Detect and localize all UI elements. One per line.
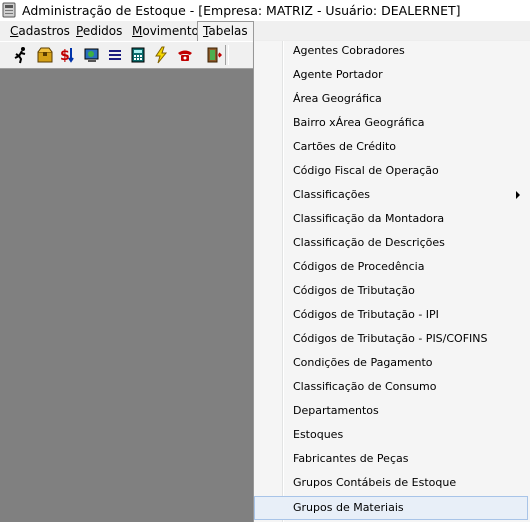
menu-item-grupos-de-materiais[interactable]: Grupos de Materiais [254,496,528,520]
menu-item-label: Grupos de Materiais [293,501,404,514]
menu-tabelas-label: abelas [208,24,248,38]
app-window-icon[interactable] [2,2,16,18]
menu-item-fabricantes-de-pecas[interactable]: Fabricantes de Peças [254,447,528,471]
toolbar-separator [225,45,229,65]
menu-tabelas[interactable]: Tabelas [197,21,254,41]
menu-item-label: Cartões de Crédito [293,140,397,153]
svg-text:$: $ [60,48,70,64]
menu-cadastros[interactable]: Cadastros [10,21,70,41]
menu-item-label: Classificações [293,188,370,201]
menu-pedidos[interactable]: Pedidos [76,21,122,41]
window-title: Administração de Estoque - [Empresa: MAT… [22,3,461,18]
menu-item-label: Grupos Contábeis de Estoque [293,476,457,489]
telephone-icon[interactable] [175,45,195,65]
menu-pedidos-label: edidos [82,24,123,38]
menu-item-label: Estoques [293,428,344,441]
menu-item-codigo-fiscal-de-operacao[interactable]: Código Fiscal de Operação [254,159,528,183]
calculator-icon[interactable] [128,45,148,65]
toolbar: $ [0,41,253,69]
menu-item-label: Código Fiscal de Operação [293,164,439,177]
menu-item-agente-portador[interactable]: Agente Portador [254,63,528,87]
menu-item-cartoes-de-credito[interactable]: Cartões de Crédito [254,135,528,159]
menu-cadastros-label: adastros [18,24,70,38]
menu-item-label: Área Geográfica [293,92,382,105]
menu-item-departamentos[interactable]: Departamentos [254,399,528,423]
tabelas-dropdown-menu: Agentes Cobradores Agente Portador Área … [253,41,530,522]
menu-item-label: Departamentos [293,404,379,417]
mdi-workspace [0,69,253,522]
menu-item-label: Agentes Cobradores [293,44,405,57]
menu-item-label: Agente Portador [293,68,383,81]
running-man-icon[interactable] [11,45,31,65]
submenu-arrow-icon [516,191,520,199]
menu-item-agentes-cobradores[interactable]: Agentes Cobradores [254,39,528,63]
menu-item-bairro-area-geografica[interactable]: Bairro xÁrea Geográfica [254,111,528,135]
menu-item-grupos-contabeis-de-estoque[interactable]: Grupos Contábeis de Estoque [254,471,528,495]
menu-item-label: Classificação da Montadora [293,212,445,225]
menu-item-label: Códigos de Tributação [293,284,415,297]
menu-movimento[interactable]: Movimento [132,21,199,41]
menu-item-label: Códigos de Tributação - IPI [293,308,439,321]
menu-item-classificacao-da-montadora[interactable]: Classificação da Montadora [254,207,528,231]
menu-item-codigos-de-procedencia[interactable]: Códigos de Procedência [254,255,528,279]
menu-item-label: Classificação de Consumo [293,380,437,393]
list-lines-icon[interactable] [105,45,125,65]
menu-item-area-geografica[interactable]: Área Geográfica [254,87,528,111]
title-bar: Administração de Estoque - [Empresa: MAT… [0,0,530,22]
menu-item-codigos-de-tributacao[interactable]: Códigos de Tributação [254,279,528,303]
exit-door-icon[interactable] [203,45,223,65]
lightning-icon[interactable] [151,45,171,65]
menu-item-classificacao-de-descricoes[interactable]: Classificação de Descrições [254,231,528,255]
menu-item-classificacoes[interactable]: Classificações [254,183,528,207]
menu-item-label: Códigos de Procedência [293,260,425,273]
box-icon[interactable] [35,45,55,65]
menu-bar: Cadastros Pedidos Movimento Tabelas [0,21,530,41]
menu-item-codigos-de-tributacao-pis-cofins[interactable]: Códigos de Tributação - PIS/COFINS [254,327,528,351]
menu-movimento-label: ovimento [142,24,199,38]
menu-item-label: Condições de Pagamento [293,356,433,369]
menu-movimento-mnemonic: M [132,24,143,38]
menu-item-classificacao-de-consumo[interactable]: Classificação de Consumo [254,375,528,399]
menu-item-label: Classificação de Descrições [293,236,445,249]
menu-item-condicoes-de-pagamento[interactable]: Condições de Pagamento [254,351,528,375]
monitor-globe-icon[interactable] [82,45,102,65]
menu-item-label: Códigos de Tributação - PIS/COFINS [293,332,488,345]
menu-item-estoques[interactable]: Estoques [254,423,528,447]
menu-pedidos-mnemonic: P [76,24,83,38]
menu-item-codigos-de-tributacao-ipi[interactable]: Códigos de Tributação - IPI [254,303,528,327]
menu-item-label: Bairro xÁrea Geográfica [293,116,425,129]
menu-item-label: Fabricantes de Peças [293,452,409,465]
dollar-arrows-icon[interactable]: $ [58,45,78,65]
